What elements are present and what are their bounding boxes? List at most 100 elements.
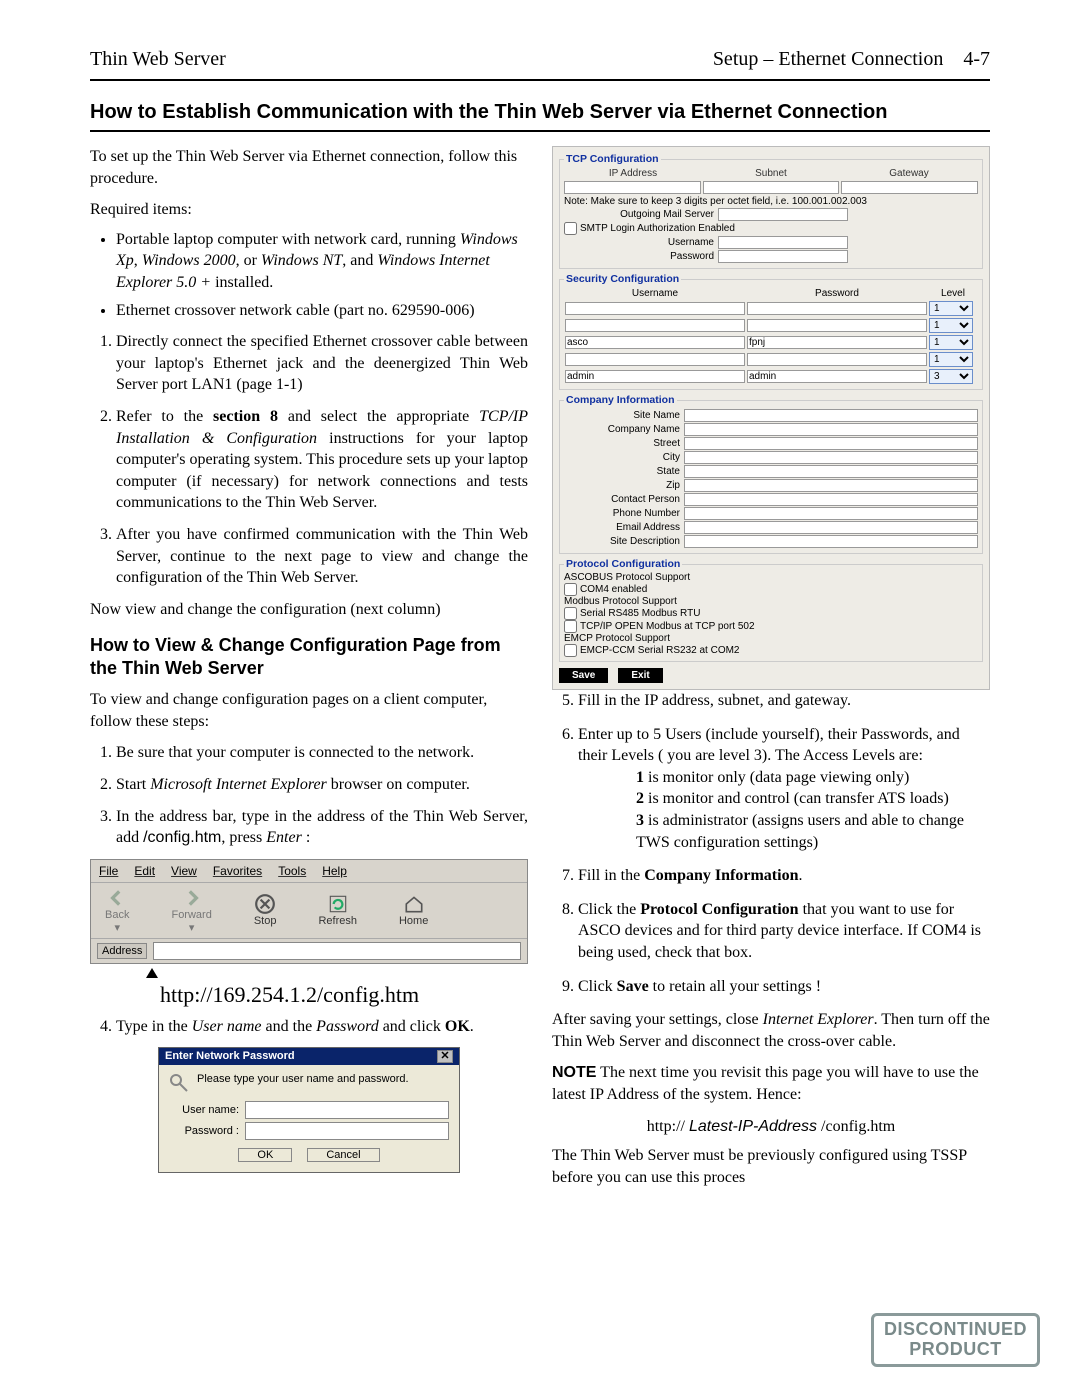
config-panel: TCP Configuration IP AddressSubnetGatewa…: [552, 146, 990, 690]
ie-home-button[interactable]: Home: [389, 891, 438, 929]
sec-level-select[interactable]: 1: [929, 318, 973, 333]
sec-pass-input[interactable]: [747, 370, 927, 383]
ie-menu-file[interactable]: File: [99, 864, 118, 878]
tcp-fieldset: TCP Configuration IP AddressSubnetGatewa…: [559, 153, 983, 269]
last-para: The Thin Web Server must be previously c…: [552, 1145, 990, 1188]
ie-address-input[interactable]: [153, 942, 521, 960]
sec-pass-input[interactable]: [747, 353, 927, 366]
ie-stop-button[interactable]: Stop: [244, 891, 287, 929]
company-field-label: Site Name: [564, 410, 680, 421]
company-field-input[interactable]: [684, 465, 978, 478]
company-field-input[interactable]: [684, 493, 978, 506]
sec-level-select[interactable]: 1: [929, 301, 973, 316]
save-button[interactable]: Save: [559, 668, 608, 683]
ie-menu-view[interactable]: View: [171, 864, 197, 878]
step-2: Refer to the section 8 and select the ap…: [116, 406, 528, 514]
company-row: Zip: [564, 479, 978, 492]
sec-user-input[interactable]: [565, 336, 745, 349]
login-dialog: Enter Network Password✕ Please type your…: [158, 1047, 460, 1173]
outmail-input[interactable]: [718, 208, 848, 221]
step-1: Directly connect the specified Ethernet …: [116, 331, 528, 396]
login-user-input[interactable]: [245, 1101, 449, 1119]
arrow-up-icon: [146, 968, 158, 978]
emcpccm-checkbox[interactable]: [564, 644, 577, 657]
rs485-checkbox[interactable]: [564, 607, 577, 620]
smtp-user-input[interactable]: [718, 236, 848, 249]
sub-intro: To view and change configuration pages o…: [90, 689, 528, 732]
close-icon[interactable]: ✕: [437, 1050, 453, 1063]
smtp-checkbox[interactable]: [564, 222, 577, 235]
ie-refresh-button[interactable]: Refresh: [308, 891, 367, 929]
key-icon: [169, 1073, 191, 1095]
company-field-label: Site Description: [564, 536, 680, 547]
rstep-6: Enter up to 5 Users (include yourself), …: [578, 724, 990, 854]
substep-2: Start Microsoft Internet Explorer browse…: [116, 774, 528, 796]
company-fieldset: Company Information Site NameCompany Nam…: [559, 394, 983, 554]
ie-menu-edit[interactable]: Edit: [134, 864, 155, 878]
step-3: After you have confirmed communication w…: [116, 524, 528, 589]
sec-level-select[interactable]: 1: [929, 352, 973, 367]
company-field-input[interactable]: [684, 507, 978, 520]
protocol-fieldset: Protocol Configuration ASCOBUS Protocol …: [559, 558, 983, 662]
rstep-8: Click the Protocol Configuration that yo…: [578, 899, 990, 964]
company-field-input[interactable]: [684, 521, 978, 534]
subnet-input[interactable]: [703, 181, 840, 194]
note: NOTE The next time you revisit this page…: [552, 1062, 990, 1105]
ip-input[interactable]: [564, 181, 701, 194]
company-field-input[interactable]: [684, 479, 978, 492]
login-pass-input[interactable]: [245, 1122, 449, 1140]
company-field-label: Email Address: [564, 522, 680, 533]
header-left: Thin Web Server: [90, 48, 226, 71]
com4-checkbox[interactable]: [564, 583, 577, 596]
company-field-label: State: [564, 466, 680, 477]
company-field-input[interactable]: [684, 437, 978, 450]
company-row: Site Name: [564, 409, 978, 422]
ie-menu-favorites[interactable]: Favorites: [213, 864, 262, 878]
security-row: 1: [564, 351, 978, 368]
sec-user-input[interactable]: [565, 353, 745, 366]
req-2: Ethernet crossover network cable (part n…: [116, 300, 528, 322]
login-ok-button[interactable]: OK: [238, 1148, 292, 1162]
company-field-label: Street: [564, 438, 680, 449]
req-1: Portable laptop computer with network ca…: [116, 229, 528, 294]
company-row: Company Name: [564, 423, 978, 436]
security-row: 1: [564, 317, 978, 334]
ie-forward-button[interactable]: Forward▾: [161, 885, 221, 936]
security-row: 1: [564, 300, 978, 317]
company-row: Street: [564, 437, 978, 450]
latest-url: http:// Latest-IP-Address /config.htm: [552, 1116, 990, 1138]
exit-button[interactable]: Exit: [618, 668, 662, 683]
rstep-5: Fill in the IP address, subnet, and gate…: [578, 690, 990, 712]
discontinued-stamp: DISCONTINUEDPRODUCT: [871, 1313, 1040, 1367]
ie-back-button[interactable]: Back▾: [95, 885, 139, 936]
sec-pass-input[interactable]: [747, 336, 927, 349]
company-field-input[interactable]: [684, 451, 978, 464]
sec-pass-input[interactable]: [747, 319, 927, 332]
login-cancel-button[interactable]: Cancel: [307, 1148, 379, 1162]
sec-user-input[interactable]: [565, 370, 745, 383]
tcpmodbus-checkbox[interactable]: [564, 620, 577, 633]
page-title: How to Establish Communication with the …: [90, 101, 990, 132]
company-row: State: [564, 465, 978, 478]
substep-3: In the address bar, type in the address …: [116, 806, 528, 849]
company-row: Contact Person: [564, 493, 978, 506]
rstep-7: Fill in the Company Information.: [578, 865, 990, 887]
header-right: Setup – Ethernet Connection 4-7: [713, 48, 990, 71]
company-row: Site Description: [564, 535, 978, 548]
sec-level-select[interactable]: 1: [929, 335, 973, 350]
company-field-input[interactable]: [684, 423, 978, 436]
company-field-input[interactable]: [684, 535, 978, 548]
ie-menu-help[interactable]: Help: [322, 864, 347, 878]
smtp-pass-input[interactable]: [718, 250, 848, 263]
required-label: Required items:: [90, 199, 528, 221]
sec-pass-input[interactable]: [747, 302, 927, 315]
substep-1: Be sure that your computer is connected …: [116, 742, 528, 764]
sec-user-input[interactable]: [565, 319, 745, 332]
login-hint: Please type your user name and password.: [197, 1073, 409, 1085]
sec-level-select[interactable]: 3: [929, 369, 973, 384]
sec-user-input[interactable]: [565, 302, 745, 315]
company-row: Phone Number: [564, 507, 978, 520]
ie-menu-tools[interactable]: Tools: [278, 864, 306, 878]
gateway-input[interactable]: [841, 181, 978, 194]
company-field-input[interactable]: [684, 409, 978, 422]
